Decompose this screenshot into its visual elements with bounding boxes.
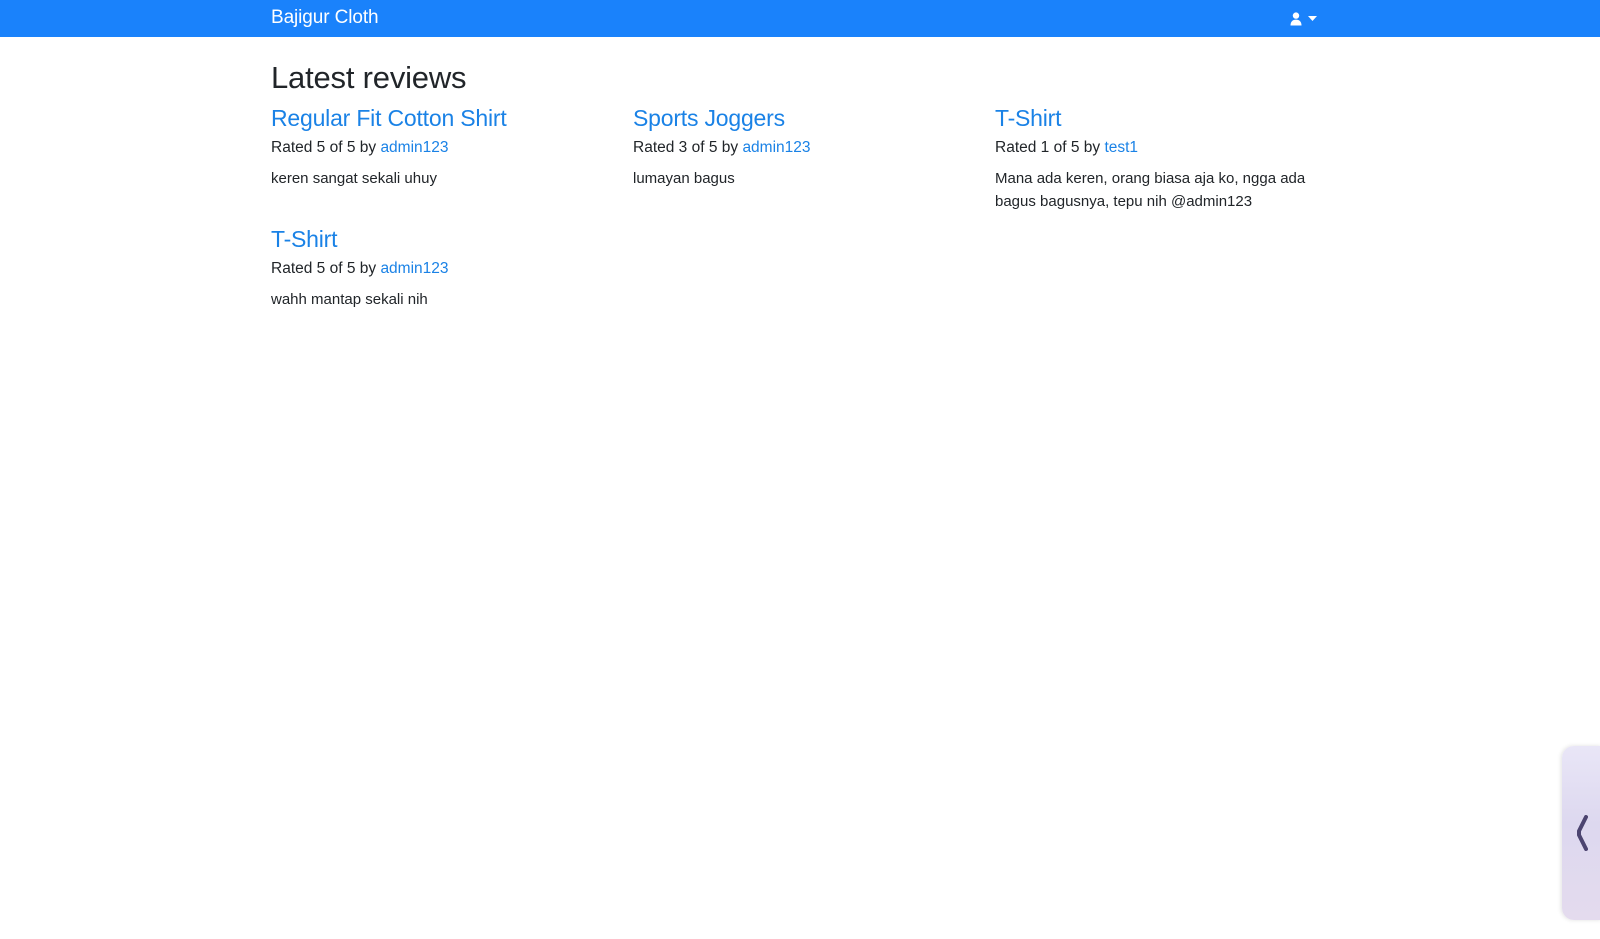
review-author-link[interactable]: admin123 xyxy=(380,139,448,156)
review-product-link[interactable]: T-Shirt xyxy=(995,104,1325,132)
review-product-link[interactable]: T-Shirt xyxy=(271,225,601,253)
review-card: Sports Joggers Rated 3 of 5 by admin123 … xyxy=(633,104,963,190)
review-rating-text: Rated 1 of 5 by xyxy=(995,139,1101,156)
caret-down-icon xyxy=(1308,16,1317,22)
review-body: Mana ada keren, orang biasa aja ko, ngga… xyxy=(995,170,1306,210)
review-rating: Rated 5 of 5 by admin123 xyxy=(271,138,601,158)
review-body: wahh mantap sekali nih xyxy=(271,291,428,308)
review-body: keren sangat sekali uhuy xyxy=(271,170,437,187)
brand-link[interactable]: Bajigur Cloth xyxy=(271,7,379,29)
review-product-link[interactable]: Regular Fit Cotton Shirt xyxy=(271,104,601,132)
page-title: Latest reviews xyxy=(271,60,467,95)
review-rating-text: Rated 5 of 5 by xyxy=(271,139,377,156)
review-card: Regular Fit Cotton Shirt Rated 5 of 5 by… xyxy=(271,104,601,190)
review-product-link[interactable]: Sports Joggers xyxy=(633,104,963,132)
top-navbar: Bajigur Cloth xyxy=(0,0,1600,37)
chevron-left-icon xyxy=(1576,815,1588,856)
review-body: lumayan bagus xyxy=(633,170,735,187)
review-card: T-Shirt Rated 5 of 5 by admin123 wahh ma… xyxy=(271,225,601,311)
side-panel-toggle[interactable] xyxy=(1562,746,1600,920)
user-menu-dropdown[interactable] xyxy=(1290,10,1324,28)
review-rating: Rated 1 of 5 by test1 xyxy=(995,138,1325,158)
review-author-link[interactable]: test1 xyxy=(1104,139,1138,156)
review-card: T-Shirt Rated 1 of 5 by test1 Mana ada k… xyxy=(995,104,1325,213)
review-author-link[interactable]: admin123 xyxy=(742,139,810,156)
review-author-link[interactable]: admin123 xyxy=(380,260,448,277)
review-rating: Rated 5 of 5 by admin123 xyxy=(271,259,601,279)
review-rating-text: Rated 5 of 5 by xyxy=(271,260,377,277)
review-rating-text: Rated 3 of 5 by xyxy=(633,139,739,156)
review-rating: Rated 3 of 5 by admin123 xyxy=(633,138,963,158)
user-icon xyxy=(1290,12,1302,26)
